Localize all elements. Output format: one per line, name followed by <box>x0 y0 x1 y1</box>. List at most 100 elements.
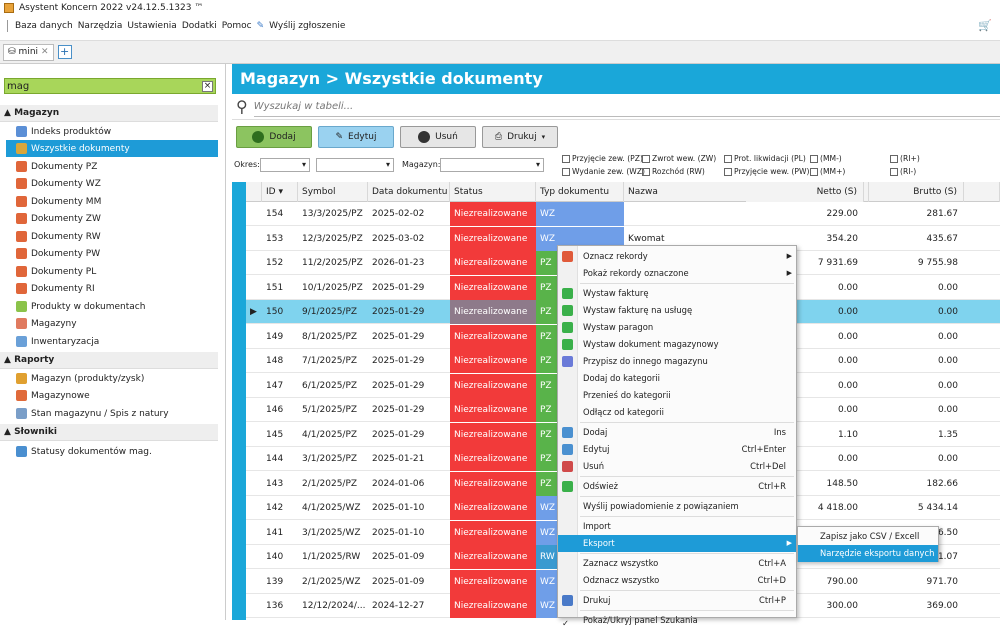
table-search-input[interactable]: Wyszukaj w tabeli... <box>253 97 1000 117</box>
menu-item-icon <box>562 481 573 492</box>
menu-dodatki[interactable]: Dodatki <box>182 21 217 31</box>
add-button[interactable]: Dodaj <box>236 126 312 148</box>
column-header-date[interactable]: Data dokumentu <box>368 182 450 202</box>
tab-mini[interactable]: ⛁ mini ✕ <box>3 43 54 61</box>
menu-item-wystaw-paragon[interactable]: Wystaw paragon <box>558 319 796 336</box>
column-header-status[interactable]: Status <box>450 182 536 202</box>
filter-pl[interactable]: Prot. likwidacji (PL) <box>724 154 806 163</box>
okres-range-select[interactable]: ▾ <box>316 158 394 172</box>
section-raporty[interactable]: ▲ Raporty <box>0 352 218 369</box>
sidebar-item-inwentaryzacja[interactable]: Inwentaryzacja <box>6 333 218 350</box>
menu-wyslij-zgloszenie[interactable]: Wyślij zgłoszenie <box>269 21 345 31</box>
select-all-checkbox[interactable] <box>246 182 262 202</box>
sidebar-item-magazynowe[interactable]: Magazynowe <box>6 387 218 404</box>
menu-item-import[interactable]: Import <box>558 518 796 535</box>
menu-item-usuń[interactable]: Usuń Ctrl+Del <box>558 458 796 475</box>
filter-rw[interactable]: Rozchód (RW) <box>642 167 705 176</box>
column-header-id[interactable]: ID ▾ <box>262 182 298 202</box>
sidebar-item-indeks-produktow[interactable]: Indeks produktów <box>6 123 218 140</box>
documents-icon <box>16 178 27 189</box>
menu-item-pokaż-ukryj-panel-szukania[interactable]: ✓ Pokaż/Ukryj panel Szukania <box>558 612 796 629</box>
sidebar-item-magazyny[interactable]: Magazyny <box>6 315 218 332</box>
edit-button[interactable]: ✎ Edytuj <box>318 126 394 148</box>
menu-pomoc[interactable]: Pomoc <box>222 21 252 31</box>
dictionary-icon <box>16 446 27 457</box>
tab-strip: ⛁ mini ✕ + <box>0 40 1000 64</box>
cart-icon[interactable]: 🛒 <box>978 19 992 32</box>
sidebar-item-dokumenty-pw[interactable]: Dokumenty PW <box>6 245 218 262</box>
menu-item-wyślij-powiadomienie-z-powiązaniem[interactable]: Wyślij powiadomienie z powiązaniem <box>558 498 796 515</box>
dropdown-arrow-icon[interactable]: ▾ <box>542 133 546 141</box>
menu-item-narzedzie-eksportu[interactable]: Narzędzie eksportu danych <box>798 545 938 562</box>
sidebar-item-dokumenty-rw[interactable]: Dokumenty RW <box>6 228 218 245</box>
menu-item-oznacz-rekordy[interactable]: Oznacz rekordy ▶ <box>558 248 796 265</box>
menu-item-shortcut: Ctrl+Enter <box>741 444 786 454</box>
section-slowniki[interactable]: ▲ Słowniki <box>0 424 218 441</box>
printer-icon: ⎙ <box>494 132 503 142</box>
column-header-symbol[interactable]: Symbol <box>298 182 368 202</box>
filter-ri-minus[interactable]: (RI-) <box>890 167 916 176</box>
menu-item-pokaż-rekordy-oznaczone[interactable]: Pokaż rekordy oznaczone ▶ <box>558 265 796 282</box>
sidebar-item-stan-magazynu[interactable]: Stan magazynu / Spis z natury <box>6 405 218 422</box>
new-tab-button[interactable]: + <box>57 45 72 59</box>
section-magazyn[interactable]: ▲ Magazyn <box>0 105 218 122</box>
sidebar-item-dokumenty-zw[interactable]: Dokumenty ZW <box>6 210 218 227</box>
menu-item-odłącz-od-kategorii[interactable]: Odłącz od kategorii <box>558 404 796 421</box>
menu-item-edytuj[interactable]: Edytuj Ctrl+Enter <box>558 441 796 458</box>
sidebar-item-dokumenty-mm[interactable]: Dokumenty MM <box>6 193 218 210</box>
magazyn-select[interactable]: ▾ <box>440 158 544 172</box>
clear-search-icon[interactable]: × <box>202 80 213 92</box>
sidebar-search-value[interactable]: mag <box>5 81 202 92</box>
cell-id: 153 <box>266 233 284 244</box>
sidebar-item-dokumenty-ri[interactable]: Dokumenty RI <box>6 280 218 297</box>
menu-baza-danych[interactable]: Baza danych <box>15 21 73 31</box>
sidebar-item-dokumenty-pz[interactable]: Dokumenty PZ <box>6 158 218 175</box>
sidebar-item-dokumenty-pl[interactable]: Dokumenty PL <box>6 263 218 280</box>
sidebar-item-magazyn-produkty-zysk[interactable]: Magazyn (produkty/zysk) <box>6 370 218 387</box>
print-button[interactable]: ⎙ Drukuj ▾ <box>482 126 558 148</box>
cell-date: 2025-01-10 <box>372 503 425 513</box>
delete-button[interactable]: Usuń <box>400 126 476 148</box>
menu-item-wystaw-fakturę[interactable]: Wystaw fakturę <box>558 285 796 302</box>
column-header-extra[interactable] <box>964 182 1000 202</box>
documents-icon <box>16 248 27 259</box>
menu-item-odśwież[interactable]: Odśwież Ctrl+R <box>558 478 796 495</box>
column-header-brutto[interactable]: Brutto (S) <box>864 182 964 202</box>
menu-item-odznacz-wszystko[interactable]: Odznacz wszystko Ctrl+D <box>558 572 796 589</box>
okres-select[interactable]: ▾ <box>260 158 310 172</box>
cell-id: 147 <box>266 380 284 391</box>
cell-id: 151 <box>266 282 284 293</box>
filter-mm-plus[interactable]: (MM+) <box>810 167 845 176</box>
sidebar-item-wszystkie-dokumenty[interactable]: Wszystkie dokumenty <box>6 140 218 157</box>
menu-item-zaznacz-wszystko[interactable]: Zaznacz wszystko Ctrl+A <box>558 555 796 572</box>
table-row[interactable]: 154 13/3/2025/PZ 2025-02-02 Niezrealizowane… <box>246 202 1000 226</box>
filter-pz[interactable]: Przyjęcie zew. (PZ) <box>562 154 643 163</box>
menu-ustawienia[interactable]: Ustawienia <box>127 21 176 31</box>
column-header-type[interactable]: Typ dokumentu <box>536 182 624 202</box>
menu-item-wystaw-fakturę-na-usługę[interactable]: Wystaw fakturę na usługę <box>558 302 796 319</box>
sidebar-search-input[interactable]: mag × <box>4 78 216 94</box>
filter-ri-plus[interactable]: (RI+) <box>890 154 920 163</box>
menu-item-dodaj-do-kategorii[interactable]: Dodaj do kategorii <box>558 370 796 387</box>
filter-mm-minus[interactable]: (MM-) <box>810 154 842 163</box>
close-icon[interactable]: ✕ <box>41 47 49 57</box>
menu-item-przypisz-do-innego-magazynu[interactable]: Przypisz do innego magazynu <box>558 353 796 370</box>
sidebar-item-dokumenty-wz[interactable]: Dokumenty WZ <box>6 175 218 192</box>
filter-pw[interactable]: Przyjęcie wew. (PW) <box>724 167 809 176</box>
menu-item-przenieś-do-kategorii[interactable]: Przenieś do kategorii <box>558 387 796 404</box>
filter-wz[interactable]: Wydanie zew. (WZ) <box>562 167 645 176</box>
filter-zw[interactable]: Zwrot wew. (ZW) <box>642 154 716 163</box>
sidebar-item-statusy-dokumentow[interactable]: Statusy dokumentów mag. <box>6 443 218 460</box>
cell-status: Niezrealizowane <box>450 496 536 520</box>
menu-item-wystaw-dokument-magazynowy[interactable]: Wystaw dokument magazynowy <box>558 336 796 353</box>
cell-date: 2025-01-29 <box>372 429 425 440</box>
menu-item-icon <box>562 595 573 606</box>
sidebar-item-produkty-w-dokumentach[interactable]: Produkty w dokumentach <box>6 298 218 315</box>
menu-item-drukuj[interactable]: Drukuj Ctrl+P <box>558 592 796 609</box>
column-header-netto[interactable]: Netto (S) <box>746 182 864 202</box>
menu-item-eksport[interactable]: Eksport ▶ <box>558 535 796 552</box>
menu-item-zapisz-csv[interactable]: Zapisz jako CSV / Excell <box>798 528 938 545</box>
menu-item-dodaj[interactable]: Dodaj Ins <box>558 424 796 441</box>
cell-type: WZ <box>536 202 624 226</box>
menu-narzedzia[interactable]: Narzędzia <box>78 21 123 31</box>
